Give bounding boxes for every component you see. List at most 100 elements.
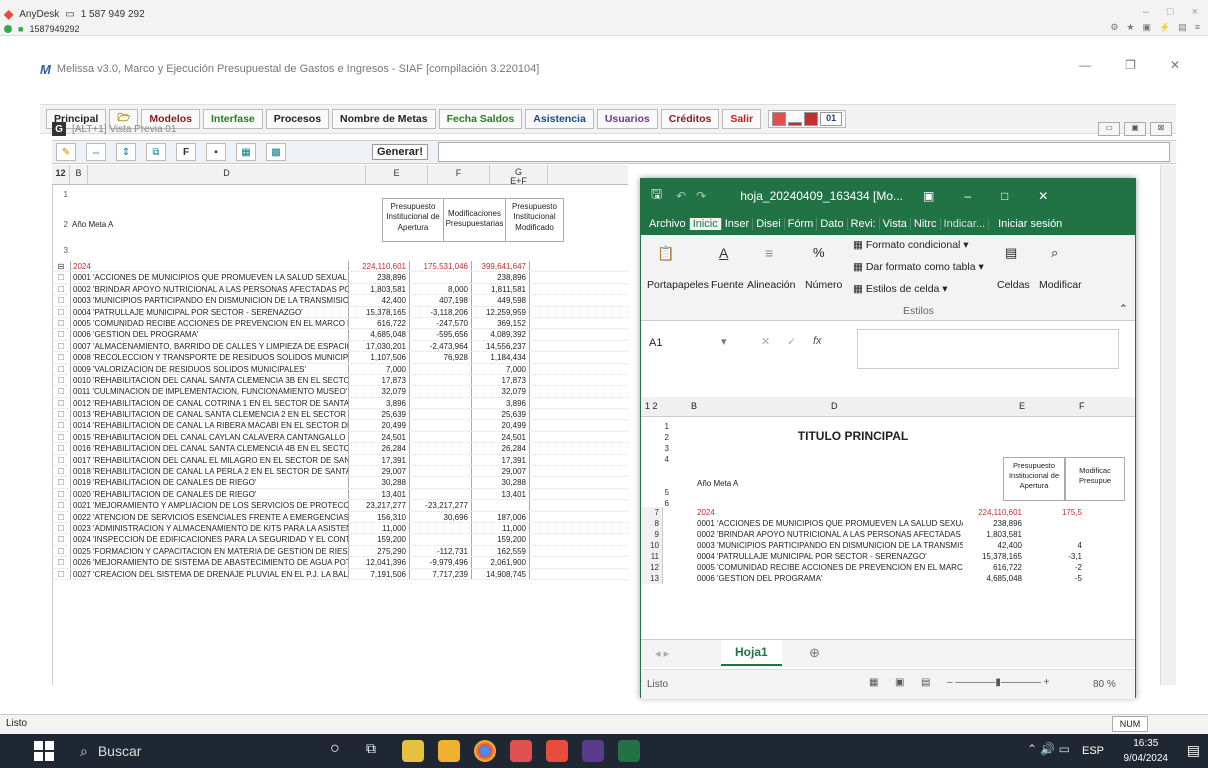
maximize-icon[interactable]: □: [1001, 189, 1008, 203]
cancel-icon[interactable]: ✕: [761, 335, 770, 348]
dar-formato-tabla-button[interactable]: ▦ Dar formato como tabla ▾: [853, 261, 984, 273]
table-row[interactable]: ☐ 0020 'REHABILITACION DE CANALES DE RIEG…: [52, 488, 628, 501]
page-layout-icon[interactable]: ▣: [895, 677, 904, 688]
copy-icon[interactable]: ⧉: [146, 143, 166, 161]
excel-row[interactable]: 13 0006 'GESTION DEL PROGRAMA' 4,685,048 -5: [641, 573, 1123, 584]
close-icon[interactable]: ⊠: [1150, 122, 1172, 136]
windows-start-icon[interactable]: [34, 741, 54, 761]
taskbar-clock[interactable]: 16:35 9/04/2024: [1124, 736, 1169, 766]
cortana-icon[interactable]: ○: [330, 740, 352, 762]
excel-grid[interactable]: 123456 TITULO PRINCIPAL Año Meta A Presu…: [641, 421, 1135, 641]
close-icon[interactable]: ×: [1192, 6, 1198, 18]
table-row[interactable]: ☐ 0001 'ACCIONES DE MUNICIPIOS QUE PROMUE…: [52, 272, 628, 284]
expand-checkbox-icon[interactable]: ☐: [52, 489, 70, 499]
fx-icon[interactable]: fx: [813, 335, 822, 347]
tab-formulas[interactable]: Fórm: [785, 218, 818, 230]
col-header-b[interactable]: B: [70, 165, 88, 184]
tab-insertar[interactable]: Inser: [722, 218, 754, 230]
table-row[interactable]: ☐ 0005 'COMUNIDAD RECIBE ACCIONES DE PREV…: [52, 317, 628, 330]
export-icon[interactable]: ▦: [236, 143, 256, 161]
group-numero[interactable]: Número: [805, 279, 842, 291]
table-row[interactable]: ☐ 0027 'CREACION DEL SISTEMA DE DRENAJE P…: [52, 568, 628, 580]
col-header-d[interactable]: D: [831, 401, 838, 411]
table-row[interactable]: ☐ 0002 'BRINDAR APOYO NUTRICIONAL A LAS P…: [52, 283, 628, 296]
sign-in-link[interactable]: Iniciar sesión: [995, 218, 1065, 230]
tab-inicio[interactable]: Inicic: [689, 218, 722, 230]
expand-checkbox-icon[interactable]: ☐: [52, 546, 70, 556]
table-row[interactable]: ☐ 0008 'RECOLECCION Y TRANSPORTE DE RESID…: [52, 352, 628, 364]
table-row[interactable]: ☐ 0006 'GESTION DEL PROGRAMA' 4,685,048 -59…: [52, 329, 628, 341]
table-row[interactable]: ☐ 0007 'ALMACENAMIENTO, BARRIDO DE CALLES…: [52, 340, 628, 353]
group-alineacion[interactable]: Alineación: [747, 279, 795, 291]
generar-input[interactable]: [437, 142, 1170, 162]
anydesk-tab[interactable]: ◆ AnyDesk ▭ 1 587 949 292: [4, 4, 145, 24]
expand-checkbox-icon[interactable]: ☐: [52, 455, 70, 465]
excel-row[interactable]: 7 2024 224,110,601 175,5: [641, 507, 1123, 518]
close-icon[interactable]: ✕: [1170, 58, 1180, 72]
chat-icon[interactable]: ▤: [1178, 22, 1187, 33]
col-header-f[interactable]: F: [1079, 401, 1085, 411]
expand-checkbox-icon[interactable]: ☐: [52, 512, 70, 522]
table-row[interactable]: ☐ 0024 'INSPECCION DE EDIFICACIONES PARA …: [52, 534, 628, 546]
sheet-vertical-scrollbar[interactable]: [1160, 165, 1176, 685]
col-header-e[interactable]: E: [366, 165, 428, 184]
system-tray-icons[interactable]: ⌃ 🔊 ▭: [1027, 742, 1070, 756]
expand-checkbox-icon[interactable]: ☐: [52, 443, 70, 453]
table-row[interactable]: ☐ 0012 'REHABILITACION DE CANAL COTRINA 1…: [52, 397, 628, 410]
normal-view-icon[interactable]: ▦: [869, 677, 878, 688]
zoom-level[interactable]: 80 %: [1093, 679, 1116, 690]
table-row[interactable]: ☐ 0021 'MEJORAMIENTO Y AMPLIACION DE LOS …: [52, 500, 628, 512]
language-indicator[interactable]: ESP: [1082, 745, 1104, 757]
expand-checkbox-icon[interactable]: ☐: [52, 432, 70, 442]
table-row[interactable]: ☐ 0011 'CULMINACION DE IMPLEMENTACION, FU…: [52, 386, 628, 398]
table-row[interactable]: ☐ 0010 'REHABILITACION DEL CANAL SANTA CL…: [52, 374, 628, 387]
col-header-g[interactable]: G E+F: [490, 165, 548, 186]
group-portapapeles[interactable]: Portapapeles: [647, 279, 709, 291]
pencil-icon[interactable]: ✎: [56, 143, 76, 161]
anydesk-icon[interactable]: [546, 740, 568, 762]
expand-checkbox-icon[interactable]: ☐: [52, 557, 70, 567]
table-row[interactable]: ☐ 0017 'REHABILITACION DEL CANAL EL MILAG…: [52, 454, 628, 467]
tab-revisar[interactable]: Revi:: [848, 218, 880, 230]
font-icon[interactable]: F: [176, 143, 196, 161]
table-row[interactable]: ☐ 0016 'REHABILITACION DEL CANAL SANTA CL…: [52, 443, 628, 455]
table-row[interactable]: ☐ 0018 'REHABILITACION DE CANAL LA PERLA …: [52, 466, 628, 478]
minimize-icon[interactable]: –: [1143, 6, 1149, 18]
excel-row[interactable]: 10 0003 'MUNICIPIOS PARTICIPANDO EN DISMU…: [641, 540, 1123, 551]
enter-icon[interactable]: ✓: [787, 335, 796, 348]
expand-checkbox-icon[interactable]: ☐: [52, 477, 70, 487]
col-header-d[interactable]: D: [88, 165, 366, 184]
expand-checkbox-icon[interactable]: ☐: [52, 534, 70, 544]
table-row[interactable]: ☐ 0023 'ADMINISTRACION Y ALMACENAMIENTO D…: [52, 522, 628, 535]
col-header-b[interactable]: B: [691, 401, 697, 411]
minimize-icon[interactable]: —: [1079, 58, 1091, 72]
display-icon[interactable]: ▣: [1142, 22, 1151, 33]
expand-checkbox-icon[interactable]: ☐: [52, 386, 70, 396]
expand-checkbox-icon[interactable]: ☐: [52, 523, 70, 533]
save-icon[interactable]: 🖫: [651, 185, 662, 207]
expand-checkbox-icon[interactable]: ☐: [52, 352, 70, 362]
tab-datos[interactable]: Dato: [817, 218, 848, 230]
tab-diseno[interactable]: Disei: [753, 218, 785, 230]
table-row[interactable]: ☐ 0019 'REHABILITACION DE CANALES DE RIEG…: [52, 477, 628, 489]
year-row[interactable]: ⊟ 2024 224,110,601 175,531,046 399,641,6…: [52, 261, 628, 273]
collapse-icon[interactable]: ⊟: [52, 261, 70, 271]
expand-checkbox-icon[interactable]: ☐: [52, 364, 70, 374]
table-row[interactable]: ☐ 0022 'ATENCION DE SERVICIOS ESENCIALES …: [52, 511, 628, 523]
excel-taskbar-icon[interactable]: [618, 740, 640, 762]
close-icon[interactable]: ✕: [1038, 189, 1048, 203]
table-row[interactable]: ☐ 0003 'MUNICIPIOS PARTICIPANDO EN DISMUN…: [52, 295, 628, 307]
expand-checkbox-icon[interactable]: ☐: [52, 318, 70, 328]
excel-row[interactable]: 11 0004 'PATRULLAJE MUNICIPAL POR SECTOR …: [641, 551, 1123, 562]
table-row[interactable]: ☐ 0025 'FORMACION Y CAPACITACION EN MATER…: [52, 545, 628, 558]
add-sheet-icon[interactable]: ⊕: [809, 645, 820, 661]
sheet-tab-hoja1[interactable]: Hoja1: [721, 640, 782, 666]
bookmark-icon[interactable]: ★: [1126, 22, 1134, 33]
taskbar-search[interactable]: ⌕ Buscar: [80, 743, 320, 760]
formato-condicional-button[interactable]: ▦ Formato condicional ▾: [853, 239, 969, 251]
zoom-slider[interactable]: – ————▮———— +: [947, 677, 1049, 688]
expand-checkbox-icon[interactable]: ☐: [52, 466, 70, 476]
page-break-icon[interactable]: ▤: [921, 677, 930, 688]
outline-level-buttons[interactable]: 1 2: [645, 401, 658, 411]
restore-icon[interactable]: ❐: [1125, 58, 1136, 72]
